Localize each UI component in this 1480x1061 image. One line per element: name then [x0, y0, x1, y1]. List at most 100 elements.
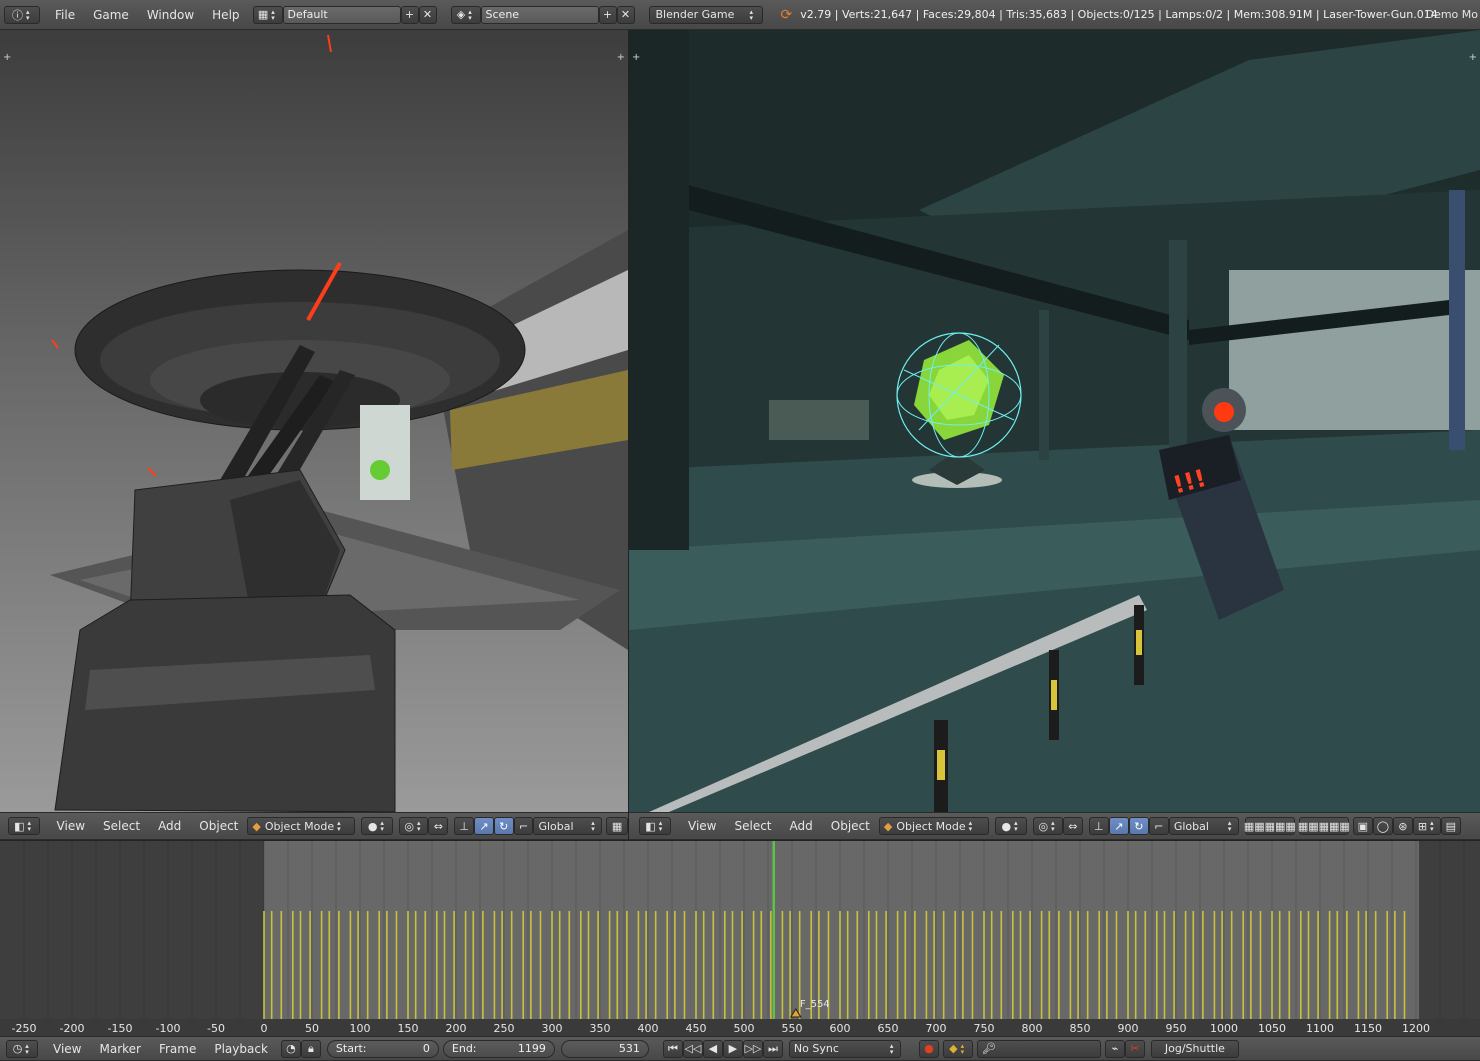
jump-to-next-keyframe-icon[interactable]: ▷▷: [742, 1039, 763, 1058]
delete-keyframe-icon[interactable]: ✂: [1124, 1039, 1145, 1058]
play-icon[interactable]: ▶: [722, 1039, 743, 1058]
area-split-icon[interactable]: +: [632, 52, 640, 63]
ruler-tick-label: 350: [590, 1022, 611, 1035]
layer-buttons-group-1[interactable]: ▦▦▦▦▦: [1244, 817, 1296, 835]
menu-view[interactable]: View: [679, 819, 725, 833]
jog-shuttle-button[interactable]: Jog/Shuttle: [1150, 1039, 1239, 1058]
screen-layout-field[interactable]: Default: [282, 5, 401, 24]
object-mode-cube-icon: ◆: [252, 819, 261, 833]
viewport-right-header: ◧ View Select Add Object ◆ Object Mode ●…: [629, 812, 1480, 840]
end-frame-field[interactable]: End: 1199: [442, 1039, 555, 1058]
ruler-tick-label: 100: [350, 1022, 371, 1035]
viewport-left-3d-view[interactable]: + +: [0, 30, 628, 812]
editor-type-3d-view-icon[interactable]: ◧: [639, 817, 671, 835]
editor-type-info-icon[interactable]: ⓘ: [4, 5, 40, 24]
timeline-canvas[interactable]: -250 -200 -150 -100 -50 0 50 100 150 200 250 300 350…: [0, 841, 1480, 1036]
render-preview-icon[interactable]: ▤: [1440, 817, 1461, 835]
manipulator-toggle-icon[interactable]: ⇔: [428, 817, 449, 835]
translate-manipulator-icon[interactable]: ↗: [474, 817, 494, 835]
scale-manipulator-icon[interactable]: ⌐: [1148, 817, 1169, 835]
viewport-shading-select[interactable]: ●: [361, 817, 393, 835]
menu-file[interactable]: File: [46, 8, 84, 22]
keying-set-icon[interactable]: ◆: [942, 1039, 973, 1058]
pivot-point-select[interactable]: ◎: [398, 817, 429, 835]
mode-select[interactable]: ◆ Object Mode: [247, 817, 356, 835]
area-split-icon[interactable]: +: [1469, 52, 1477, 63]
menu-object[interactable]: Object: [190, 819, 247, 833]
start-frame-field[interactable]: Start: 0: [326, 1039, 439, 1058]
viewport-right-3d-view[interactable]: + + !!!: [629, 30, 1480, 812]
current-frame-field[interactable]: 531: [560, 1039, 649, 1058]
layer-buttons-group-2[interactable]: ▦▦▦▦▦: [1298, 817, 1350, 835]
transform-axes-icon[interactable]: ⊥: [1088, 817, 1109, 835]
menu-add[interactable]: Add: [149, 819, 190, 833]
snap-element-icon[interactable]: ⊛: [1392, 817, 1413, 835]
transform-orientation-select[interactable]: Global: [533, 817, 603, 835]
sync-mode-select[interactable]: No Sync: [788, 1039, 901, 1058]
menu-select[interactable]: Select: [94, 819, 149, 833]
menu-view[interactable]: View: [48, 819, 94, 833]
remove-scene-button[interactable]: ✕: [616, 5, 635, 24]
pivot-point-select[interactable]: ◎: [1032, 817, 1063, 835]
scene-icon[interactable]: ◈: [450, 5, 481, 24]
add-layout-button[interactable]: +: [400, 5, 419, 24]
jump-to-start-icon[interactable]: ⏮︎: [662, 1039, 683, 1058]
scale-manipulator-icon[interactable]: ⌐: [513, 817, 534, 835]
menu-object[interactable]: Object: [822, 819, 879, 833]
menu-add[interactable]: Add: [781, 819, 822, 833]
menu-playback[interactable]: Playback: [205, 1042, 277, 1056]
ruler-tick-label: 1200: [1402, 1022, 1430, 1035]
sync-mode-label: No Sync: [793, 1042, 839, 1055]
rotate-manipulator-icon[interactable]: ↻: [493, 817, 514, 835]
snap-target-select[interactable]: ⊞: [1412, 817, 1441, 835]
ruler-tick-label: 500: [734, 1022, 755, 1035]
area-split-icon[interactable]: +: [617, 52, 625, 63]
menu-game[interactable]: Game: [84, 8, 138, 22]
ruler-tick-label: 50: [305, 1022, 319, 1035]
jump-to-previous-keyframe-icon[interactable]: ◁◁: [682, 1039, 703, 1058]
layer-buttons[interactable]: ▦: [606, 817, 628, 835]
editor-type-timeline-icon[interactable]: ◷: [6, 1039, 38, 1058]
proportional-edit-icon[interactable]: ◯: [1372, 817, 1393, 835]
use-preview-range-icon[interactable]: ◔: [280, 1039, 301, 1058]
translate-manipulator-icon[interactable]: ↗: [1108, 817, 1129, 835]
render-engine-label: Blender Game: [655, 8, 735, 21]
start-frame-value: 0: [422, 1042, 430, 1055]
remove-layout-button[interactable]: ✕: [418, 5, 437, 24]
ruler-tick-label: 450: [686, 1022, 707, 1035]
mode-select[interactable]: ◆ Object Mode: [878, 817, 989, 835]
ruler-tick-label: 400: [638, 1022, 659, 1035]
viewport-shading-select[interactable]: ●: [994, 817, 1027, 835]
menu-help[interactable]: Help: [203, 8, 248, 22]
game-level-scene: !!!: [629, 30, 1480, 812]
ruler-tick-label: 550: [782, 1022, 803, 1035]
menu-frame[interactable]: Frame: [150, 1042, 205, 1056]
add-scene-button[interactable]: +: [598, 5, 617, 24]
screen-layout-icon[interactable]: ▦: [252, 5, 283, 24]
rotate-manipulator-icon[interactable]: ↻: [1128, 817, 1149, 835]
keying-set-field[interactable]: 🔑︎: [976, 1039, 1101, 1058]
lock-time-cursor-icon[interactable]: 🔒︎: [300, 1039, 321, 1058]
current-frame-value: 531: [618, 1042, 640, 1055]
timeline-editor[interactable]: -250 -200 -150 -100 -50 0 50 100 150 200 250 300 350…: [0, 840, 1480, 1036]
ruler-tick-label: -250: [12, 1022, 37, 1035]
ruler-tick-label: -50: [207, 1022, 225, 1035]
insert-keyframe-icon[interactable]: ⌁: [1104, 1039, 1125, 1058]
play-reverse-icon[interactable]: ◀: [702, 1039, 723, 1058]
record-icon[interactable]: ●: [918, 1039, 939, 1058]
manipulator-toggle-icon[interactable]: ⇔: [1062, 817, 1083, 835]
transform-orientation-select[interactable]: Global: [1168, 817, 1239, 835]
lock-camera-icon[interactable]: ▣: [1352, 817, 1373, 835]
editor-type-3d-view-icon[interactable]: ◧: [8, 817, 40, 835]
transform-axes-icon[interactable]: ⊥: [454, 817, 475, 835]
jump-to-end-icon[interactable]: ⏭︎: [762, 1039, 783, 1058]
render-engine-select[interactable]: Blender Game: [648, 5, 763, 24]
area-split-icon[interactable]: +: [3, 52, 11, 63]
scene-field[interactable]: Scene: [480, 5, 599, 24]
info-header: ⓘ File Game Window Help ▦ Default + ✕ ◈ …: [0, 0, 1480, 30]
ruler-tick-label: 1100: [1306, 1022, 1334, 1035]
menu-view[interactable]: View: [44, 1042, 90, 1056]
menu-marker[interactable]: Marker: [90, 1042, 149, 1056]
menu-select[interactable]: Select: [725, 819, 780, 833]
menu-window[interactable]: Window: [138, 8, 203, 22]
